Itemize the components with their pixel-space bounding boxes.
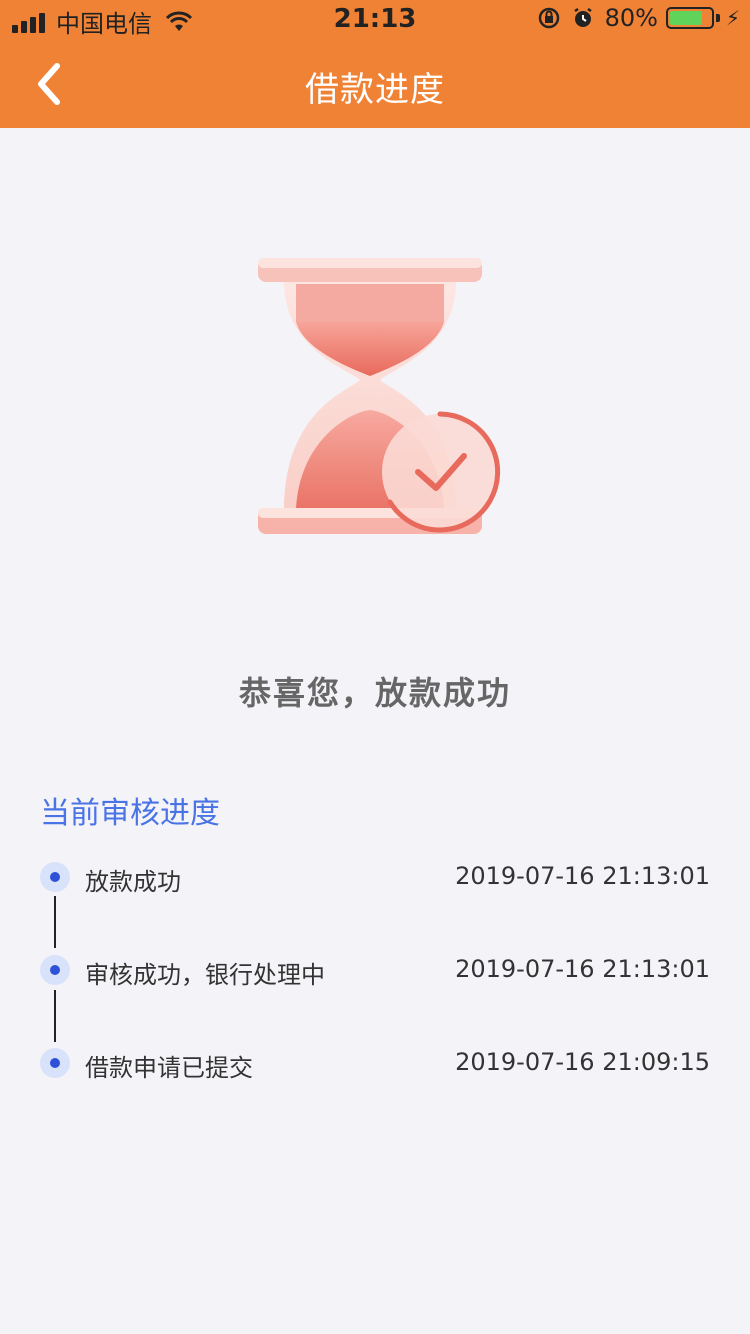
hourglass-check-icon [240,240,520,560]
step-time: 2019-07-16 21:13:01 [455,862,710,890]
status-right: 80% ⚡ [537,4,740,32]
timeline-step: 借款申请已提交 2019-07-16 21:09:15 [40,1036,710,1096]
timeline-dot [40,955,70,985]
step-label: 放款成功 [85,868,181,896]
top-bar: 中国电信 21:13 80% ⚡ 借款进度 [0,0,750,128]
step-time: 2019-07-16 21:09:15 [455,1048,710,1076]
progress-title: 当前审核进度 [40,796,220,831]
battery-cap [715,14,720,22]
result-message: 恭喜您，放款成功 [238,674,511,712]
battery-icon [665,7,714,29]
page-title: 借款进度 [305,70,445,110]
alarm-icon [573,7,592,27]
rotation-lock-icon [538,7,559,29]
charging-bolt-icon: ⚡ [725,6,740,30]
timeline-step: 放款成功 2019-07-16 21:13:01 [40,850,710,910]
step-time: 2019-07-16 21:13:01 [455,955,710,983]
timeline-step: 审核成功，银行处理中 2019-07-16 21:13:01 [40,943,710,1003]
timeline-dot [40,862,70,892]
status-bar: 中国电信 21:13 80% ⚡ [0,0,750,40]
battery-percent: 80% [604,4,658,32]
step-label: 审核成功，银行处理中 [85,961,325,989]
timeline-dot [40,1048,70,1078]
step-label: 借款申请已提交 [85,1054,253,1082]
